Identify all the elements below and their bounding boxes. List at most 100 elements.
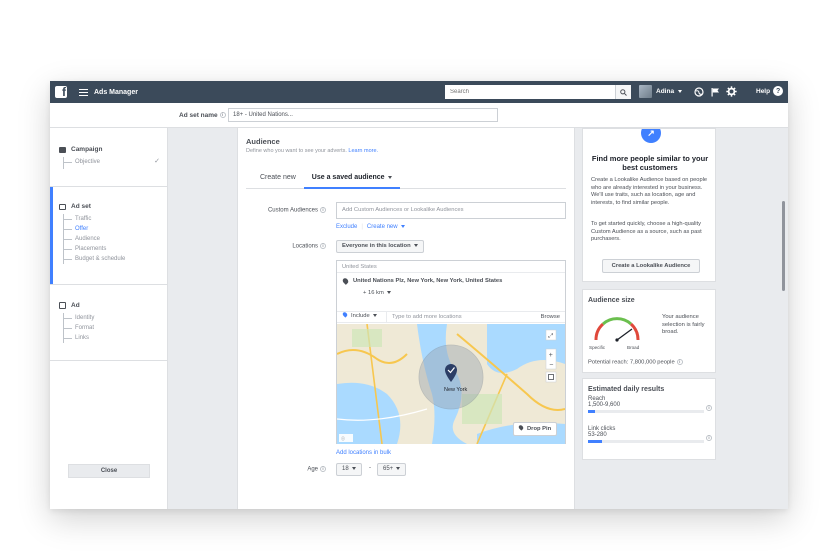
age-separator: - <box>369 465 371 471</box>
tab-saved-audience[interactable]: Use a saved audience <box>303 168 400 189</box>
radius-select[interactable]: + 16 km <box>363 290 565 296</box>
add-locations-bulk-link[interactable]: Add locations in bulk <box>336 450 391 456</box>
ad-icon <box>59 302 66 309</box>
svg-text:⤢: ⤢ <box>549 333 554 340</box>
folder-icon <box>59 146 66 153</box>
nav-item-format[interactable]: Format <box>64 323 168 333</box>
help-label: Help <box>756 87 771 95</box>
help-icon: ? <box>773 86 784 96</box>
pin-icon <box>517 424 525 431</box>
pin-icon <box>341 277 350 285</box>
share-arrow-icon: ↗ <box>641 129 661 143</box>
gauge-left-label: Specific <box>589 345 606 350</box>
nav-ad-label: Ad <box>71 302 80 309</box>
info-icon[interactable]: i <box>676 359 683 365</box>
audience-tabs: Create new Use a saved audience <box>246 168 566 189</box>
nav-campaign-label: Campaign <box>71 146 103 153</box>
age-max-select[interactable]: 65+ <box>377 463 407 476</box>
location-map[interactable]: New York ⤢ + − Ⓘ Drop Pin <box>337 324 565 444</box>
nav-item-offer[interactable]: Offer <box>64 224 168 234</box>
custom-audience-links: Exclude | Create new <box>336 224 405 230</box>
lookalike-card: ↗ Find more people similar to your best … <box>582 128 716 282</box>
info-icon[interactable]: i <box>320 466 326 472</box>
left-nav: Campaign Objective ✓ Ad set Traffic Offer… <box>50 128 168 509</box>
svg-text:Ⓘ: Ⓘ <box>341 435 345 441</box>
divider <box>50 186 168 187</box>
app-title: Ads Manager <box>94 88 138 96</box>
close-button[interactable]: Close <box>68 464 150 478</box>
estimate-bar-fill <box>588 410 595 413</box>
tab-create-new[interactable]: Create new <box>246 168 304 189</box>
create-new-link[interactable]: Create new <box>367 224 405 230</box>
estimate-value: 1,500-9,600 <box>588 402 621 408</box>
age-min-select[interactable]: 18 <box>336 463 362 476</box>
estimate-link-clicks: Link clicks 53-280 i <box>588 426 712 443</box>
lookalike-title: Find more people similar to your best cu… <box>591 154 709 172</box>
info-icon[interactable]: i <box>706 435 712 441</box>
estimated-title: Estimated daily results <box>588 386 665 393</box>
gauge-right-label: Broad <box>627 345 640 350</box>
nav-section-campaign[interactable]: Campaign Objective ✓ <box>50 146 168 169</box>
nav-section-adset[interactable]: Ad set Traffic Offer Audience Placements… <box>50 203 168 264</box>
audience-size-description: Your audience selection is fairly broad. <box>662 314 705 335</box>
nav-item-objective[interactable]: Objective ✓ <box>64 157 168 167</box>
chevron-down-icon <box>387 175 392 179</box>
top-nav-bar: f Ads Manager Adina Help ? <box>50 81 788 103</box>
custom-audiences-label: Custom Audiences i <box>246 207 326 214</box>
info-icon[interactable]: i <box>706 405 712 411</box>
info-icon[interactable]: i <box>320 243 326 249</box>
adset-name-input[interactable]: 18+ - United Nations... <box>228 108 498 122</box>
add-locations-input[interactable]: Type to add more locations <box>387 314 541 320</box>
custom-audiences-input[interactable]: Add Custom Audiences or Lookalike Audien… <box>336 202 566 219</box>
avatar <box>639 85 652 98</box>
svg-text:−: − <box>549 362 553 369</box>
locations-select[interactable]: Everyone in this location <box>336 240 424 253</box>
facebook-logo-icon[interactable]: f <box>55 86 67 98</box>
exclude-link[interactable]: Exclude <box>336 224 357 230</box>
info-icon[interactable]: i <box>320 207 326 213</box>
estimate-value: 53-280 <box>588 432 607 438</box>
selected-location[interactable]: United Nations Plz, New York, New York, … <box>337 277 565 285</box>
user-menu[interactable]: Adina <box>639 85 683 98</box>
nav-adset-label: Ad set <box>71 203 91 210</box>
potential-reach: Potential reach: 7,800,000 people i <box>588 359 683 366</box>
nav-section-ad[interactable]: Ad Identity Format Links <box>50 302 168 343</box>
search-box <box>445 85 631 99</box>
menu-icon[interactable] <box>79 88 88 96</box>
globe-icon[interactable] <box>694 86 704 97</box>
search-button[interactable] <box>615 85 631 99</box>
audience-gauge: Specific Broad <box>589 317 640 350</box>
search-icon <box>620 88 627 96</box>
map-city-label: New York <box>444 387 467 393</box>
help-button[interactable]: Help ? <box>756 86 784 96</box>
divider <box>50 360 168 361</box>
nav-item-budget-schedule[interactable]: Budget & schedule <box>64 254 168 264</box>
nav-item-traffic[interactable]: Traffic <box>64 214 168 224</box>
flag-icon[interactable] <box>710 87 720 97</box>
grid-icon <box>59 203 66 210</box>
age-label: Age i <box>246 466 326 473</box>
learn-more-link[interactable]: Learn more. <box>348 148 378 154</box>
gear-icon[interactable] <box>726 86 737 97</box>
browse-link[interactable]: Browse <box>541 314 565 320</box>
nav-item-placements[interactable]: Placements <box>64 244 168 254</box>
info-icon[interactable]: i <box>219 112 226 119</box>
nav-item-audience[interactable]: Audience <box>64 234 168 244</box>
svg-text:+: + <box>549 352 553 359</box>
search-input[interactable] <box>445 85 615 99</box>
audience-panel: Audience Define who you want to see your… <box>237 128 575 509</box>
nav-item-links[interactable]: Links <box>64 333 168 343</box>
nav-item-identity[interactable]: Identity <box>64 313 168 323</box>
create-lookalike-button[interactable]: Create a Lookalike Audience <box>602 259 700 273</box>
lookalike-description: Create a Lookalike Audience based on peo… <box>591 177 708 206</box>
estimate-bar-fill <box>588 440 602 443</box>
nav-icons <box>694 86 737 97</box>
user-name: Adina <box>656 88 675 95</box>
include-select[interactable]: Include <box>337 311 387 323</box>
location-box: United States United Nations Plz, New Yo… <box>336 260 566 444</box>
pin-icon <box>341 311 349 318</box>
locations-label: Locations i <box>246 243 326 250</box>
drop-pin-button[interactable]: Drop Pin <box>513 422 558 436</box>
lookalike-tip: To get started quickly, choose a high-qu… <box>591 221 702 243</box>
scrollbar[interactable] <box>782 201 785 291</box>
